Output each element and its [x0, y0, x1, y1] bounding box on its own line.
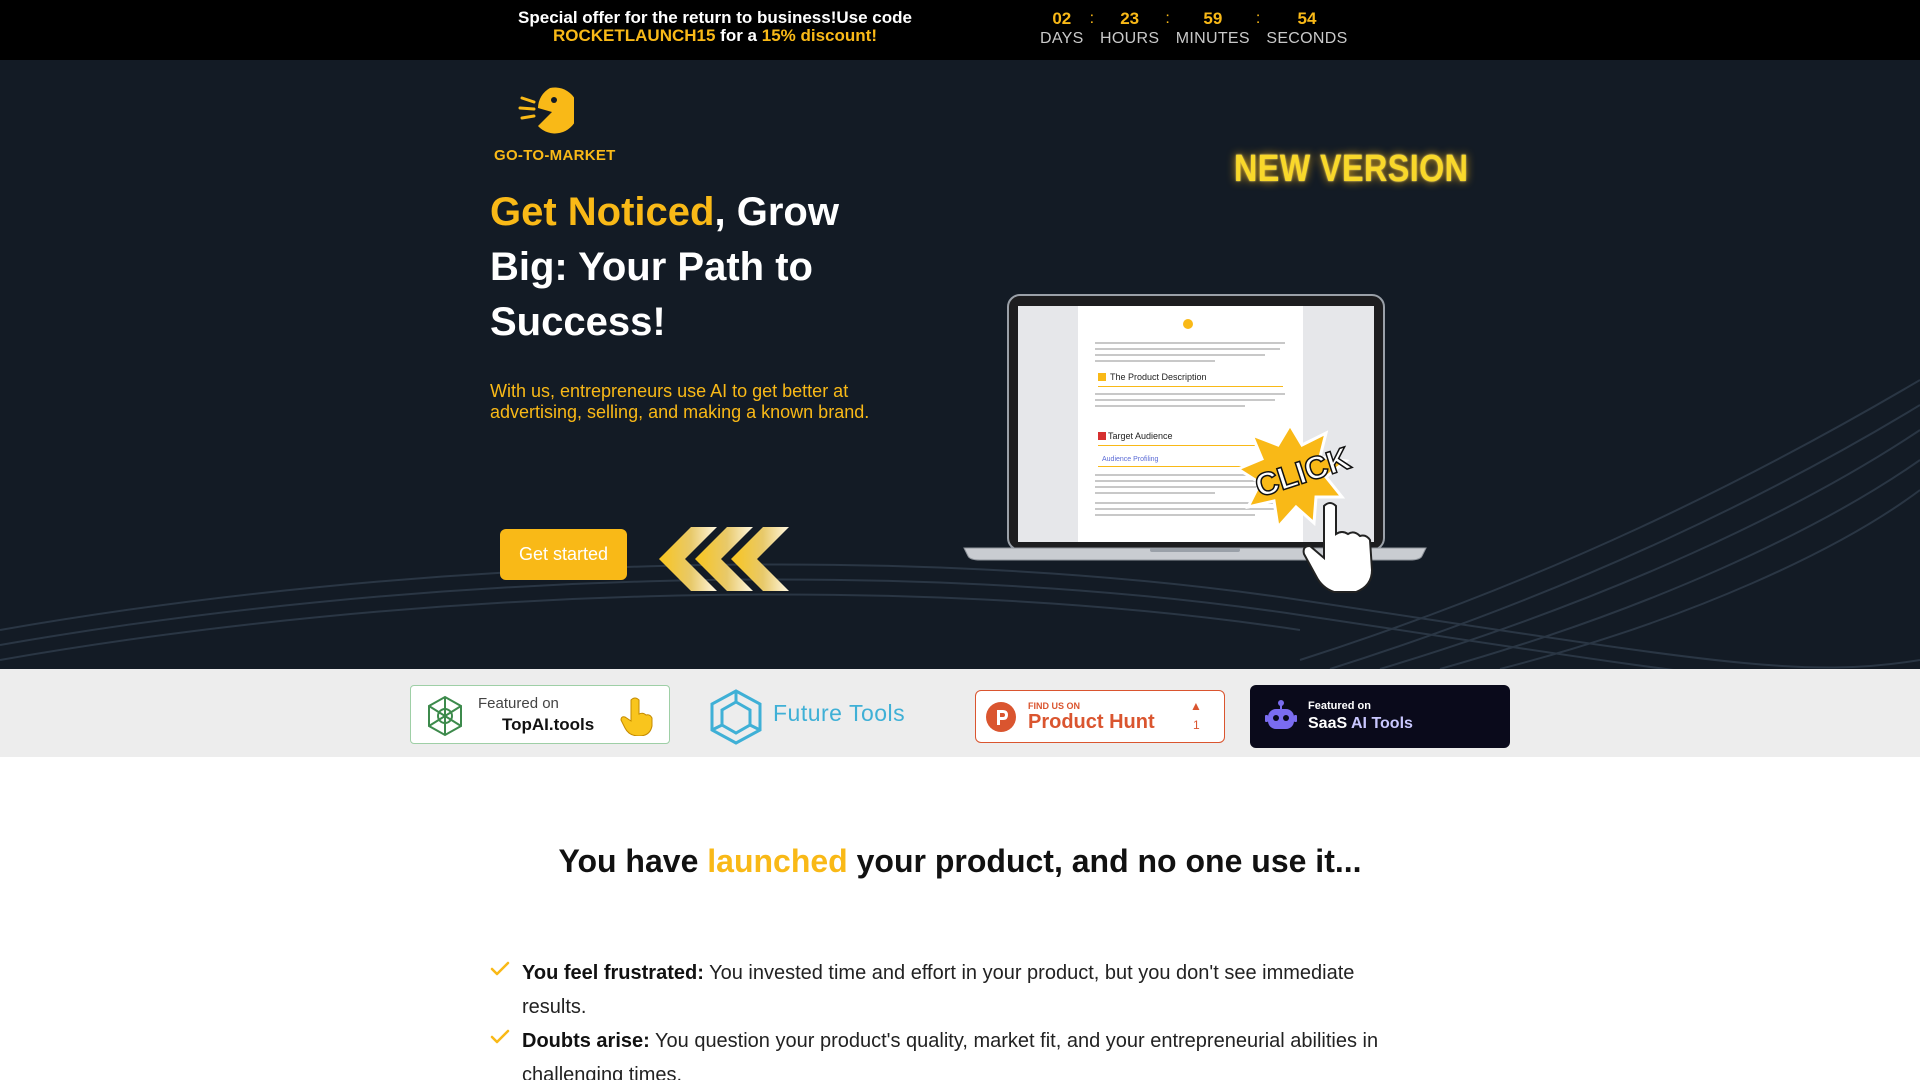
saas-ai-tools-badge[interactable]: Featured on SaaS AI Tools	[1250, 685, 1510, 748]
new-version-badge: NEW VERSION	[1234, 148, 1469, 190]
list-item: Doubts arise: You question your product'…	[490, 1024, 1415, 1080]
brand-name: GO-TO-MARKET	[494, 147, 616, 164]
laptop-illustration: The Product Description Target Audience …	[963, 294, 1427, 593]
product-hunt-upvotes: 1	[1193, 718, 1200, 732]
pain-points-list: You feel frustrated: You invested time a…	[490, 956, 1415, 1080]
countdown-minutes-label: MINUTES	[1175, 30, 1250, 47]
robot-icon	[1265, 700, 1297, 729]
countdown-seconds-value: 54	[1297, 9, 1317, 28]
network-node-icon	[428, 695, 462, 737]
product-hunt-kicker: FIND US ON	[1028, 701, 1081, 711]
get-started-button[interactable]: Get started	[500, 529, 627, 580]
pacman-megaphone-icon	[518, 87, 578, 134]
preview-subheading: Audience Profiling	[1102, 456, 1159, 463]
promo-line: Special offer for the return to business…	[518, 8, 912, 27]
headline-highlight: Get Noticed	[490, 190, 715, 234]
topai-tools-badge[interactable]: Featured on TopAI.tools	[410, 685, 670, 744]
hero-headline: Get Noticed, Grow Big: Your Path to Succ…	[490, 185, 890, 350]
hexagon-logo-icon	[710, 689, 762, 745]
promo-for-a: for a	[715, 26, 762, 45]
future-tools-badge[interactable]: Future Tools	[707, 685, 932, 745]
topai-line2: TopAI.tools	[502, 715, 595, 734]
countdown-hours-value: 23	[1120, 9, 1140, 28]
product-hunt-badge[interactable]: FIND US ON Product Hunt ▲ 1	[975, 690, 1225, 743]
countdown-seconds-label: SECONDS	[1266, 30, 1348, 47]
pain-point-text: You question your product's quality, mar…	[522, 1030, 1379, 1080]
countdown-separator: :	[1165, 10, 1170, 27]
countdown-separator: :	[1255, 10, 1261, 27]
saas-line1: Featured on	[1308, 700, 1371, 712]
countdown-timer: 02 DAYS : 23 HOURS : 59 MINUTES : 54 SEC…	[1040, 9, 1348, 49]
saas-line2-b: AI Tools	[1347, 715, 1413, 732]
preview-heading-audience: Target Audience	[1108, 431, 1173, 441]
hero-section: GO-TO-MARKET Get Noticed, Grow Big: Your…	[0, 60, 1920, 669]
checkmark-icon	[490, 961, 510, 976]
pain-point-lead: You feel frustrated:	[522, 962, 704, 984]
problem-title: You have launched your product, and no o…	[0, 843, 1920, 880]
featured-badges-strip: Featured on TopAI.tools Future Tools FIN…	[0, 669, 1920, 757]
hero-subheadline: With us, entrepreneurs use AI to get bet…	[490, 381, 870, 422]
checkmark-icon	[490, 1029, 510, 1044]
pointing-hand-icon	[620, 697, 653, 736]
promo-text: Special offer for the return to business…	[500, 9, 930, 45]
countdown-hours-label: HOURS	[1100, 30, 1160, 47]
list-item: You feel frustrated: You invested time a…	[490, 956, 1415, 1024]
chevrons-left-icon	[659, 527, 789, 591]
announcement-bar: Special offer for the return to business…	[0, 0, 1920, 60]
saas-line2: SaaS AI Tools	[1308, 715, 1413, 733]
countdown-hours: 23 HOURS	[1100, 9, 1159, 49]
product-preview-laptop: The Product Description Target Audience …	[960, 230, 1430, 600]
brand-logo[interactable]: GO-TO-MARKET	[494, 84, 624, 164]
preview-heading-product: The Product Description	[1110, 372, 1207, 382]
saas-line2-a: SaaS	[1308, 715, 1348, 732]
countdown-separator: :	[1089, 10, 1095, 27]
countdown-days-label: DAYS	[1040, 30, 1084, 47]
upvote-triangle-icon: ▲	[1190, 699, 1202, 713]
promo-code: ROCKETLAUNCH15	[552, 26, 716, 45]
problem-title-highlight: launched	[707, 843, 848, 879]
future-tools-label: Future Tools	[773, 700, 906, 726]
pain-point-lead: Doubts arise:	[522, 1030, 650, 1052]
countdown-seconds: 54 SECONDS	[1266, 9, 1347, 49]
countdown-days-value: 02	[1052, 9, 1072, 28]
countdown-minutes-value: 59	[1203, 9, 1223, 28]
problem-title-after: your product, and no one use it...	[847, 843, 1362, 879]
problem-title-before: You have	[558, 843, 708, 879]
promo-discount: 15% discount!	[761, 26, 877, 45]
topai-line1: Featured on	[478, 695, 559, 712]
countdown-days: 02 DAYS	[1040, 9, 1084, 49]
countdown-minutes: 59 MINUTES	[1176, 9, 1250, 49]
product-hunt-icon	[986, 702, 1016, 732]
product-hunt-label: Product Hunt	[1028, 711, 1155, 733]
